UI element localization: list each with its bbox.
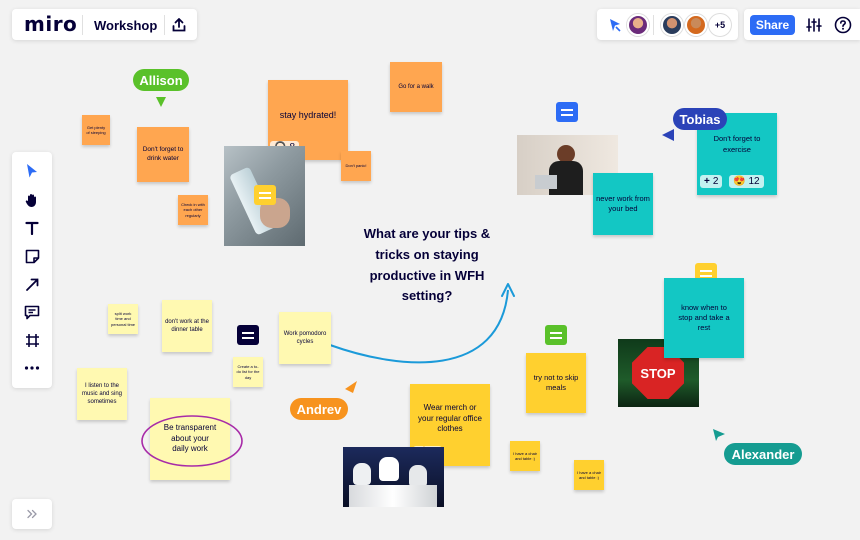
cursor-label-tobias: Tobias [673,108,727,130]
sticky-note[interactable]: don't work at the dinner table [162,300,212,352]
trooper-helmet [409,465,427,487]
sticky-note[interactable]: Check in with each other regularly [178,195,208,225]
sticky-note[interactable]: Work pomodoro cycles [279,312,331,364]
sticky-note[interactable]: Don't forget to drink water [137,127,189,182]
sticky-note[interactable]: Get plenty of sleeping [82,115,110,145]
sticky-note[interactable]: I have a chair and table :) [510,441,540,471]
comment-icon[interactable] [254,185,276,205]
trooper-helmet [379,457,399,481]
sticky-note[interactable]: know when to stop and take a rest [664,278,744,358]
cursor-label-alexander: Alexander [724,443,802,465]
cursor-pointer-icon [156,97,166,107]
sticky-note[interactable]: Create a to-do list for the day [233,357,263,387]
sticky-note[interactable]: Don't panic! [341,151,371,181]
sticky-note[interactable]: never work from your bed [593,173,653,235]
trooper-body [349,485,437,507]
comment-icon[interactable] [545,325,567,345]
reaction-count: 12 [748,176,760,187]
reaction-badge[interactable]: +2 [700,175,723,188]
stop-sign-text: STOP [640,365,676,381]
sticky-note[interactable]: Go for a walk [390,62,442,112]
sticky-note[interactable]: split work time and personal time [108,304,138,334]
cursor-pointer-icon [713,429,725,441]
cursor-pointer-icon [345,381,357,393]
sticky-note[interactable]: I listen to the music and sing sometimes [77,368,127,420]
comment-icon[interactable] [556,102,578,122]
highlight-circle[interactable] [138,411,246,471]
stormtroopers-photo[interactable] [343,447,444,507]
comment-icon[interactable] [237,325,259,345]
sticky-note[interactable]: I have a chair and table :) [574,460,604,490]
cursor-pointer-icon [662,129,674,141]
laptop-shape [535,175,557,189]
plus-icon: + [704,176,710,187]
trooper-helmet [353,463,371,485]
cursor-label-allison: Allison [133,69,189,91]
reaction-count: 2 [712,176,719,187]
heart-eyes-icon: 😍 [733,176,746,187]
cursor-label-andrev: Andrev [290,398,348,420]
sticky-note[interactable]: try not to skip meals [526,353,586,413]
center-question[interactable]: What are your tips & tricks on staying p… [352,224,502,307]
reaction-badge[interactable]: 😍 12 [729,175,764,188]
